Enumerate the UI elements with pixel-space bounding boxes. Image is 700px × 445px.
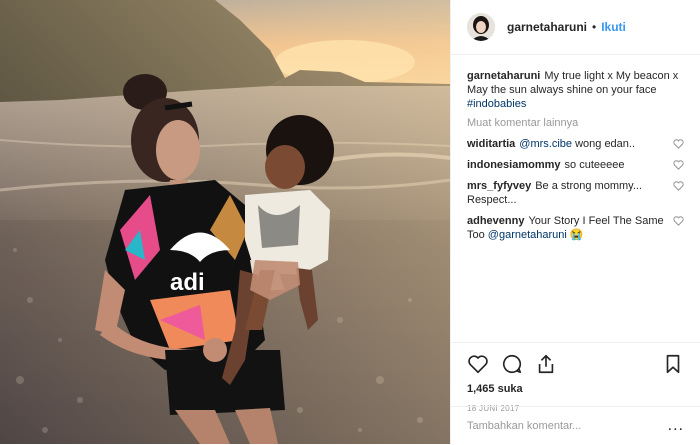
avatar-image [467,13,495,41]
like-comment-icon[interactable] [673,139,684,149]
like-comment-icon[interactable] [673,181,684,191]
comment-text: wong edan.. [572,138,636,150]
comment-text: so cuteeeee [564,159,625,171]
add-comment-bar: ... [451,406,700,445]
heart-icon[interactable] [467,353,489,375]
comment-icon[interactable] [501,353,523,375]
comment-mention[interactable]: @mrs.cibe [519,138,572,150]
beach-photo: adi [0,0,450,444]
caption-username[interactable]: garnetaharuni [467,70,540,82]
avatar[interactable] [467,13,495,41]
comment-username[interactable]: indonesiamommy [467,159,561,171]
like-comment-icon[interactable] [673,216,684,226]
post-caption: garnetaharuni My true light x My beacon x… [467,69,684,111]
share-icon[interactable] [535,353,557,375]
comment-item: widitartia @mrs.cibe wong edan.. [467,137,684,151]
comment-item: indonesiamommy so cuteeeee [467,158,684,172]
crying-emoji: 😭 [569,229,584,241]
comment-username[interactable]: mrs_fyfyvey [467,180,531,192]
comment-mention[interactable]: @garnetaharuni [488,229,567,241]
post-header: garnetaharuni • Ikuti [451,0,700,55]
post-sidebar: garnetaharuni • Ikuti garnetaharuni My tr… [450,0,700,444]
options-icon[interactable]: ... [668,417,684,435]
post-photo[interactable]: adi [0,0,450,444]
comment-input[interactable] [467,420,662,432]
comment-username[interactable]: adhevenny [467,215,524,227]
follow-button[interactable]: Ikuti [601,20,626,34]
instagram-post: adi garnetaharuni • Ikuti garnetaharuni … [0,0,700,444]
caption-hashtag[interactable]: #indobabies [467,98,526,110]
likes-count[interactable]: 1,465 suka [467,383,684,395]
username-link[interactable]: garnetaharuni [507,20,587,34]
bookmark-icon[interactable] [662,353,684,375]
post-actions: 1,465 suka 18 JUNI 2017 [451,342,700,413]
like-comment-icon[interactable] [673,160,684,170]
comment-username[interactable]: widitartia [467,138,515,150]
separator-dot: • [592,20,597,34]
load-more-comments[interactable]: Muat komentar lainnya [467,117,684,129]
comment-item: mrs_fyfyvey Be a strong mommy... Respect.… [467,179,684,207]
comment-item: adhevenny Your Story I Feel The Same Too … [467,214,684,242]
svg-text:adi: adi [170,269,205,296]
comments-area: garnetaharuni My true light x My beacon x… [451,55,700,373]
action-icons [467,347,684,381]
